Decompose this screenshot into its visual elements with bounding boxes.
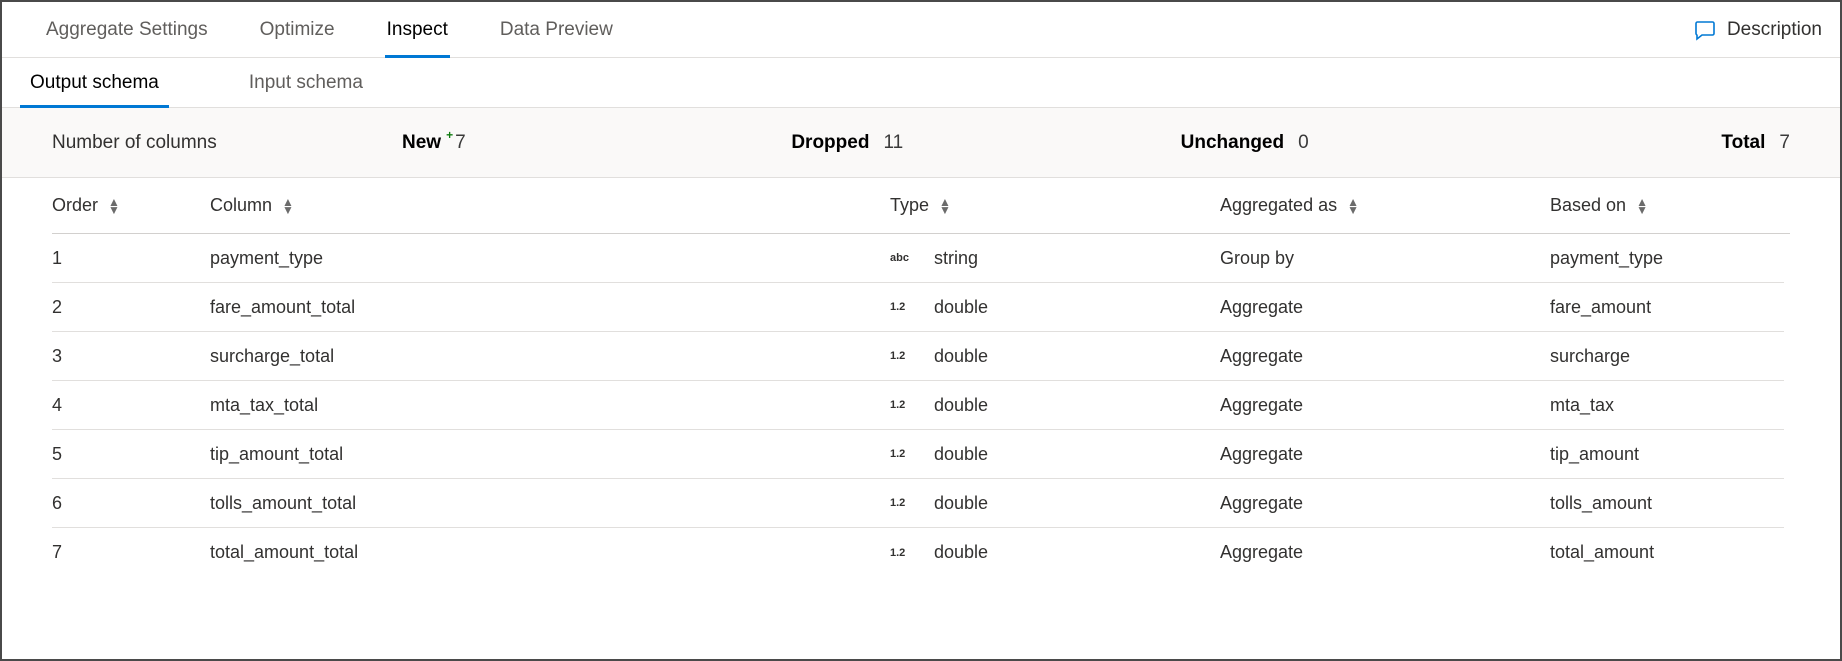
cell-agg-as: Aggregate [1220,395,1550,416]
cell-column: tip_amount_total [210,444,890,465]
stats-unchanged: Unchanged 0 [1181,132,1570,154]
sort-icon: ▲▼ [939,198,951,214]
stats-dropped-value: 11 [883,132,903,154]
cell-order: 4 [52,395,210,416]
stats-title: Number of columns [52,132,402,154]
cell-agg-as: Aggregate [1220,297,1550,318]
schema-table: Order▲▼ Column▲▼ Type▲▼ Aggregated as▲▼ … [2,178,1840,659]
table-row[interactable]: 5tip_amount_total1.2 double Aggregatetip_a… [52,430,1784,479]
sort-icon: ▲▼ [108,198,120,214]
cell-based-on: tolls_amount [1550,493,1784,514]
cell-type: 1.2 double [890,297,1220,318]
cell-order: 6 [52,493,210,514]
stats-total-value: 7 [1779,132,1790,154]
cell-based-on: surcharge [1550,346,1784,367]
sort-icon: ▲▼ [1636,198,1648,214]
description-label: Description [1727,19,1822,41]
stats-unchanged-value: 0 [1298,132,1309,154]
cell-order: 7 [52,542,210,563]
type-name: double [934,444,988,465]
type-badge-icon: abc [890,252,920,264]
stats-new-value: 7 [455,132,466,154]
tab-inspect[interactable]: Inspect [387,2,448,57]
table-row[interactable]: 1payment_typeabcstringGroup bypayment_ty… [52,234,1784,283]
cell-order: 3 [52,346,210,367]
type-name: double [934,395,988,416]
cell-agg-as: Aggregate [1220,493,1550,514]
stats-unchanged-key: Unchanged [1181,132,1284,154]
table-row[interactable]: 3surcharge_total1.2 double Aggregatesurcha… [52,332,1784,381]
tab-input-schema[interactable]: Input schema [239,58,373,107]
header-based[interactable]: Based on▲▼ [1550,195,1790,216]
schema-tabs: Output schema Input schema [2,58,1840,108]
header-agg-as[interactable]: Aggregated as▲▼ [1220,195,1550,216]
cell-based-on: payment_type [1550,248,1784,269]
table-header-row: Order▲▼ Column▲▼ Type▲▼ Aggregated as▲▼ … [52,178,1790,234]
cell-column: mta_tax_total [210,395,890,416]
stats-dropped: Dropped 11 [791,132,1180,154]
cell-type: 1.2 double [890,395,1220,416]
table-row[interactable]: 7total_amount_total1.2 double Aggregatetot… [52,528,1784,577]
header-column[interactable]: Column▲▼ [210,195,890,216]
type-badge-icon: 1.2 [890,547,920,559]
cell-agg-as: Aggregate [1220,542,1550,563]
cell-column: tolls_amount_total [210,493,890,514]
type-badge-icon: 1.2 [890,350,920,362]
cell-type: 1.2 double [890,542,1220,563]
type-badge-icon: 1.2 [890,399,920,411]
main-tabs: Aggregate Settings Optimize Inspect Data… [2,2,1840,58]
cell-agg-as: Aggregate [1220,444,1550,465]
cell-based-on: fare_amount [1550,297,1784,318]
sort-icon: ▲▼ [282,198,294,214]
cell-based-on: total_amount [1550,542,1784,563]
type-badge-icon: 1.2 [890,497,920,509]
cell-order: 5 [52,444,210,465]
cell-agg-as: Group by [1220,248,1550,269]
cell-type: 1.2 double [890,346,1220,367]
tab-aggregate-settings[interactable]: Aggregate Settings [46,2,208,57]
header-type[interactable]: Type▲▼ [890,195,1220,216]
plus-icon: + [446,128,453,142]
type-name: string [934,248,978,269]
type-badge-icon: 1.2 [890,448,920,460]
column-stats-bar: Number of columns New+ 7 Dropped 11 Unch… [2,108,1840,178]
type-name: double [934,346,988,367]
cell-order: 1 [52,248,210,269]
cell-column: fare_amount_total [210,297,890,318]
sort-icon: ▲▼ [1347,198,1359,214]
cell-type: abc string [890,248,1220,269]
cell-type: 1.2 double [890,444,1220,465]
comment-icon [1693,18,1717,42]
table-row[interactable]: 6tolls_amount_total1.2 double Aggregatetol… [52,479,1784,528]
cell-column: total_amount_total [210,542,890,563]
type-badge-icon: 1.2 [890,301,920,313]
type-name: double [934,493,988,514]
tab-data-preview[interactable]: Data Preview [500,2,613,57]
tab-optimize[interactable]: Optimize [260,2,335,57]
cell-agg-as: Aggregate [1220,346,1550,367]
stats-new: New+ 7 [402,132,791,154]
cell-order: 2 [52,297,210,318]
stats-total: Total 7 [1570,132,1790,154]
table-row[interactable]: 2fare_amount_total1.2 double Aggregatefare… [52,283,1784,332]
inspect-panel: Aggregate Settings Optimize Inspect Data… [0,0,1842,661]
stats-dropped-key: Dropped [791,132,869,154]
type-name: double [934,542,988,563]
description-button[interactable]: Description [1693,18,1822,42]
stats-total-key: Total [1721,132,1765,154]
stats-new-key: New+ [402,132,441,154]
table-body[interactable]: 1payment_typeabcstringGroup bypayment_ty… [52,234,1790,629]
table-row[interactable]: 4mta_tax_total1.2 double Aggregatemta_tax [52,381,1784,430]
cell-column: surcharge_total [210,346,890,367]
header-order[interactable]: Order▲▼ [52,195,210,216]
cell-based-on: mta_tax [1550,395,1784,416]
cell-based-on: tip_amount [1550,444,1784,465]
cell-column: payment_type [210,248,890,269]
tab-output-schema[interactable]: Output schema [20,58,169,107]
type-name: double [934,297,988,318]
cell-type: 1.2 double [890,493,1220,514]
